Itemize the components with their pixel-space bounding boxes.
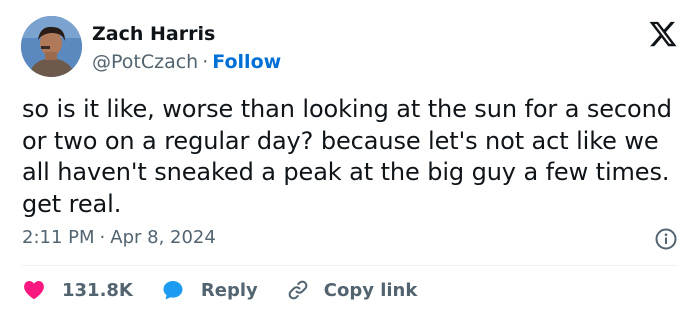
reply-button[interactable]: Reply [161, 278, 258, 302]
tweet-date: Apr 8, 2024 [110, 227, 216, 248]
author-name[interactable]: Zach Harris [92, 20, 281, 48]
divider [22, 265, 678, 266]
speech-bubble-icon [163, 281, 183, 300]
reply-label: Reply [200, 279, 258, 301]
author-handle[interactable]: @PotCzach [92, 51, 198, 73]
tweet-time: 2:11 PM [22, 227, 95, 248]
tweet-timestamp[interactable]: 2:11 PM · Apr 8, 2024 [22, 226, 216, 250]
info-icon[interactable] [654, 227, 678, 251]
meta-separator: · [99, 227, 106, 248]
link-icon [288, 280, 308, 300]
tweet-text: so is it like, worse than looking at the… [22, 95, 672, 218]
avatar[interactable] [21, 16, 82, 77]
follow-button[interactable]: Follow [212, 51, 281, 73]
tweet-card: Zach Harris @PotCzach · Follow so is it li… [0, 0, 700, 318]
author-block: Zach Harris @PotCzach · Follow [92, 20, 281, 76]
heart-icon [24, 281, 44, 300]
like-button[interactable]: 131.8K [22, 278, 133, 302]
handle-row: @PotCzach · Follow [92, 48, 281, 76]
copy-link-button[interactable]: Copy link [286, 278, 418, 302]
handle-separator: · [202, 51, 209, 73]
like-count: 131.8K [62, 279, 133, 301]
action-bar: 131.8K Reply Copy link [22, 276, 417, 304]
avatar-photo [21, 16, 82, 77]
x-logo-icon[interactable] [648, 19, 678, 49]
copy-link-label: Copy link [323, 279, 418, 301]
